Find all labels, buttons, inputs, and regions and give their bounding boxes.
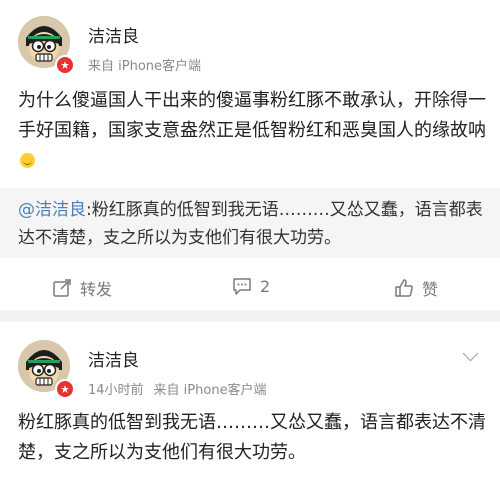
repost-button[interactable]: 转发 <box>52 276 112 300</box>
comment-button[interactable]: 2 <box>232 276 270 296</box>
post-source: 来自 iPhone客户端 <box>153 383 267 398</box>
comment-icon <box>233 278 251 295</box>
weibo-post-1: 洁洁良 来自 iPhone客户端 为什么傻逼国人干出来的傻逼事粉红豚不敢承认，开… <box>0 0 500 310</box>
username[interactable]: 洁洁良 <box>88 346 139 371</box>
chevron-down-icon[interactable] <box>462 345 479 362</box>
comment-count: 2 <box>260 276 271 296</box>
repost-text: @洁洁良:粉红豚真的低智到我无语………又怂又蠢，语言都表达不清楚，支之所以为支他… <box>18 196 488 252</box>
post-text: 粉红豚真的低智到我无语………又怂又蠢，语言都表达不清楚，支之所以为支他们有很大功… <box>18 412 486 463</box>
post-meta: 14小时前 来自 iPhone客户端 <box>88 379 277 398</box>
repost-block[interactable]: @洁洁良:粉红豚真的低智到我无语………又怂又蠢，语言都表达不清楚，支之所以为支他… <box>0 188 500 258</box>
verified-badge-icon <box>55 379 75 399</box>
action-bar: 转发 2 赞 <box>0 264 500 310</box>
post-time: 14小时前 <box>88 383 144 398</box>
like-label: 赞 <box>422 280 439 299</box>
like-button[interactable]: 赞 <box>394 276 438 300</box>
verified-badge-icon <box>55 55 75 75</box>
post-meta: 来自 iPhone客户端 <box>88 55 211 74</box>
mention-link[interactable]: @洁洁良 <box>18 200 86 220</box>
post-source: 来自 iPhone客户端 <box>88 59 202 74</box>
post-text-content: 为什么傻逼国人干出来的傻逼事粉红豚不敢承认，开除得一手好国籍，国家支意盎然正是低… <box>18 90 486 141</box>
post-divider <box>0 310 500 322</box>
thumbs-up-icon <box>395 279 413 297</box>
username[interactable]: 洁洁良 <box>88 22 139 47</box>
repost-label: 转发 <box>80 280 113 299</box>
smile-emoji-icon <box>20 153 35 168</box>
weibo-post-2: 洁洁良 14小时前 来自 iPhone客户端 粉红豚真的低智到我无语………又怂又蠢… <box>0 322 500 503</box>
repost-content: :粉红豚真的低智到我无语………又怂又蠢，语言都表达不清楚，支之所以为支他们有很大… <box>18 200 483 248</box>
edit-share-icon <box>53 279 71 297</box>
post-text: 为什么傻逼国人干出来的傻逼事粉红豚不敢承认，开除得一手好国籍，国家支意盎然正是低… <box>18 86 488 176</box>
